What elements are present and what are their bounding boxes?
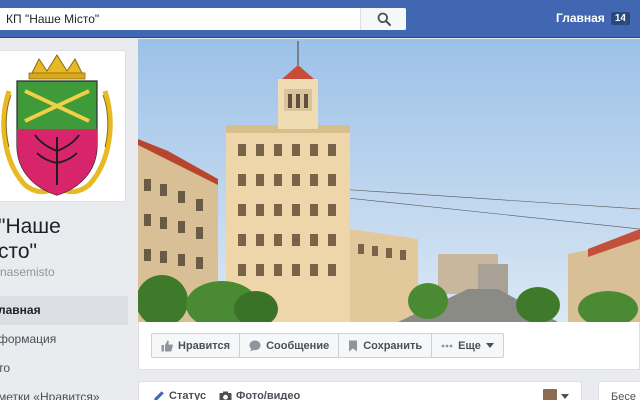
action-button-group: Нравится Сообщение Сохранить Еще [151, 333, 504, 358]
search-box [0, 8, 406, 30]
search-icon [377, 12, 391, 26]
sidebar-item-info[interactable]: формация [0, 325, 128, 354]
cover-image [138, 39, 640, 322]
chevron-down-icon [561, 393, 569, 399]
save-button[interactable]: Сохранить [338, 333, 433, 358]
coat-of-arms-logo [1, 54, 113, 196]
nav-home-badge: 14 [610, 11, 630, 25]
camera-icon [219, 391, 232, 400]
right-column-box: Бесе [598, 381, 640, 400]
pencil-icon [154, 391, 164, 400]
message-button[interactable]: Сообщение [239, 333, 340, 358]
page-name[interactable]: "Наше сто" [0, 214, 61, 264]
cover-photo[interactable] [138, 39, 640, 322]
sidebar-item-photos[interactable]: то [0, 354, 128, 383]
composer-tab-status[interactable]: Статус [153, 390, 206, 400]
bookmark-icon [349, 340, 358, 351]
more-dots-icon [441, 344, 453, 347]
nav-divider [625, 12, 626, 27]
left-navigation: лавная формация то метки «Нравится» [0, 296, 128, 400]
composer-tab-photo[interactable]: Фото/видео [219, 390, 300, 400]
post-composer: Статус Фото/видео [138, 381, 582, 400]
right-column-box-label: Бесе [611, 391, 636, 400]
search-button[interactable] [360, 8, 406, 30]
top-navigation-bar: Главная 14 [0, 0, 640, 38]
message-button-label: Сообщение [266, 339, 330, 352]
composer-tab-status-label: Статус [169, 390, 207, 400]
search-input[interactable] [6, 10, 356, 28]
page-username[interactable]: nasemisto [0, 265, 55, 279]
sidebar-item-home[interactable]: лавная [0, 296, 128, 325]
more-button-label: Еще [458, 339, 481, 352]
page-avatar [543, 389, 557, 400]
profile-picture[interactable] [0, 50, 126, 202]
nav-home-link[interactable]: Главная 14 [556, 11, 630, 25]
sidebar-item-likes[interactable]: метки «Нравится» [0, 383, 128, 400]
page-action-bar: Нравится Сообщение Сохранить Еще [138, 322, 640, 370]
chevron-down-icon [485, 343, 494, 348]
like-button-label: Нравится [178, 339, 231, 352]
audience-selector[interactable] [543, 389, 569, 400]
like-button[interactable]: Нравится [151, 333, 241, 358]
save-button-label: Сохранить [363, 339, 423, 352]
nav-home-label: Главная [556, 11, 605, 25]
more-button[interactable]: Еще [431, 333, 504, 358]
composer-tab-photo-label: Фото/видео [236, 390, 301, 400]
chat-bubble-icon [249, 340, 261, 351]
thumbs-up-icon [161, 340, 173, 351]
